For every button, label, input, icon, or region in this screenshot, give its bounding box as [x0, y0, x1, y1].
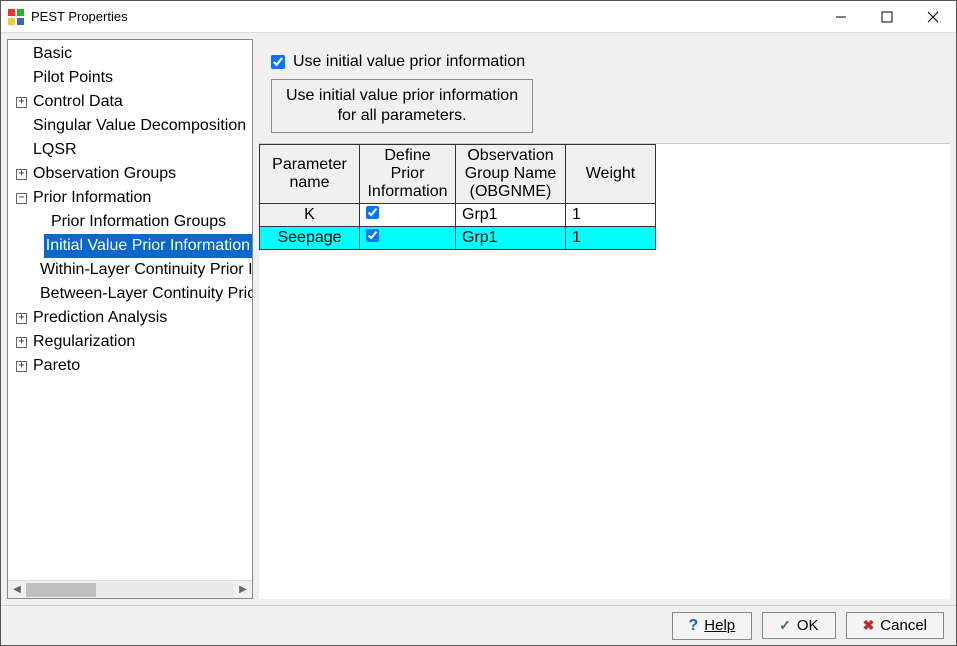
cell-define-checkbox[interactable] [366, 206, 379, 219]
tree-item-lqsr[interactable]: LQSR [8, 138, 252, 162]
nav-tree[interactable]: BasicPilot Points + Control DataSingular V… [8, 40, 252, 580]
cell-obs-group[interactable]: Grp1 [456, 204, 566, 227]
tree-item-label: Observation Groups [31, 162, 178, 186]
maximize-button[interactable] [864, 1, 910, 32]
cell-obs-group[interactable]: Grp1 [456, 227, 566, 250]
use-initial-value-checkbox-label: Use initial value prior information [293, 53, 525, 71]
minimize-button[interactable] [818, 1, 864, 32]
tree-item-initial-value-prior-information[interactable]: Initial Value Prior Information [8, 234, 252, 258]
cell-define-checkbox[interactable] [366, 229, 379, 242]
tree-item-label: Basic [31, 42, 74, 66]
expand-icon[interactable]: + [16, 361, 27, 372]
tree-item-label: Between-Layer Continuity Prior Informati… [38, 282, 252, 306]
expand-icon[interactable]: + [16, 169, 27, 180]
apply-all-button[interactable]: Use initial value prior information for … [271, 79, 533, 133]
parameter-table[interactable]: Parameter name Define Prior Information … [259, 144, 656, 250]
tree-item-label: Prediction Analysis [31, 306, 169, 330]
button-bar: ? Help ✓ OK ✖ Cancel [1, 605, 956, 645]
cell-define[interactable] [360, 227, 456, 250]
tree-item-prior-information-groups[interactable]: Prior Information Groups [8, 210, 252, 234]
tree-item-regularization[interactable]: + Regularization [8, 330, 252, 354]
tree-item-label: Prior Information Groups [49, 210, 228, 234]
controls-bar: Use initial value prior information Use … [259, 39, 950, 144]
close-button[interactable] [910, 1, 956, 32]
window-title: PEST Properties [31, 9, 818, 24]
col-define-prior[interactable]: Define Prior Information [360, 145, 456, 204]
tree-item-control-data[interactable]: + Control Data [8, 90, 252, 114]
window: PEST Properties BasicPilot Points + Contro… [0, 0, 957, 646]
ok-button-label: OK [797, 617, 819, 634]
tree-item-label: Pilot Points [31, 66, 115, 90]
x-icon: ✖ [863, 617, 875, 634]
sidebar-scrollbar[interactable]: ◀ ▶ [8, 580, 252, 598]
col-parameter-name[interactable]: Parameter name [260, 145, 360, 204]
tree-item-pareto[interactable]: + Pareto [8, 354, 252, 378]
cancel-button-label: Cancel [880, 617, 927, 634]
scroll-thumb[interactable] [26, 583, 96, 597]
help-button[interactable]: ? Help [672, 612, 753, 640]
ok-button[interactable]: ✓ OK [762, 612, 835, 639]
tree-item-label: Regularization [31, 330, 137, 354]
tree-item-label: Initial Value Prior Information [44, 234, 252, 258]
tree-item-prediction-analysis[interactable]: + Prediction Analysis [8, 306, 252, 330]
main-panel: Use initial value prior information Use … [259, 39, 950, 599]
table-row[interactable]: K Grp11 [260, 204, 656, 227]
cancel-button[interactable]: ✖ Cancel [846, 612, 944, 639]
app-icon [7, 8, 25, 26]
scroll-track[interactable] [26, 583, 234, 597]
tree-item-pilot-points[interactable]: Pilot Points [8, 66, 252, 90]
cell-weight[interactable]: 1 [566, 227, 656, 250]
help-icon: ? [689, 617, 699, 635]
window-controls [818, 1, 956, 32]
table-row[interactable]: Seepage Grp11 [260, 227, 656, 250]
tree-item-observation-groups[interactable]: + Observation Groups [8, 162, 252, 186]
tree-item-label: Prior Information [31, 186, 153, 210]
help-button-label: Help [704, 617, 735, 634]
scroll-right-icon[interactable]: ▶ [234, 581, 252, 599]
sidebar: BasicPilot Points + Control DataSingular V… [7, 39, 253, 599]
scroll-left-icon[interactable]: ◀ [8, 581, 26, 599]
col-weight[interactable]: Weight [566, 145, 656, 204]
col-obs-group[interactable]: Observation Group Name (OBGNME) [456, 145, 566, 204]
check-icon: ✓ [779, 617, 791, 634]
collapse-icon[interactable]: − [16, 193, 27, 204]
tree-item-singular-value-decomposition[interactable]: Singular Value Decomposition [8, 114, 252, 138]
cell-weight[interactable]: 1 [566, 204, 656, 227]
use-initial-value-checkbox[interactable]: Use initial value prior information [271, 53, 938, 71]
content: BasicPilot Points + Control DataSingular V… [1, 33, 956, 605]
expand-icon[interactable]: + [16, 97, 27, 108]
tree-item-label: Control Data [31, 90, 125, 114]
tree-item-basic[interactable]: Basic [8, 42, 252, 66]
apply-all-button-line1: Use initial value prior information [286, 87, 518, 104]
tree-item-label: Pareto [31, 354, 82, 378]
cell-parameter-name[interactable]: K [260, 204, 360, 227]
tree-item-within-layer-continuity-prior-information[interactable]: Within-Layer Continuity Prior Informatio… [8, 258, 252, 282]
cell-define[interactable] [360, 204, 456, 227]
tree-item-label: Singular Value Decomposition [31, 114, 248, 138]
expand-icon[interactable]: + [16, 337, 27, 348]
expand-icon[interactable]: + [16, 313, 27, 324]
titlebar: PEST Properties [1, 1, 956, 33]
tree-item-between-layer-continuity-prior-information[interactable]: Between-Layer Continuity Prior Informati… [8, 282, 252, 306]
use-initial-value-checkbox-input[interactable] [271, 55, 285, 69]
cell-parameter-name[interactable]: Seepage [260, 227, 360, 250]
tree-item-label: Within-Layer Continuity Prior Informatio… [38, 258, 252, 282]
apply-all-button-line2: for all parameters. [338, 107, 467, 124]
tree-item-label: LQSR [31, 138, 79, 162]
table-area: Parameter name Define Prior Information … [259, 144, 950, 599]
tree-item-prior-information[interactable]: −Prior Information [8, 186, 252, 210]
